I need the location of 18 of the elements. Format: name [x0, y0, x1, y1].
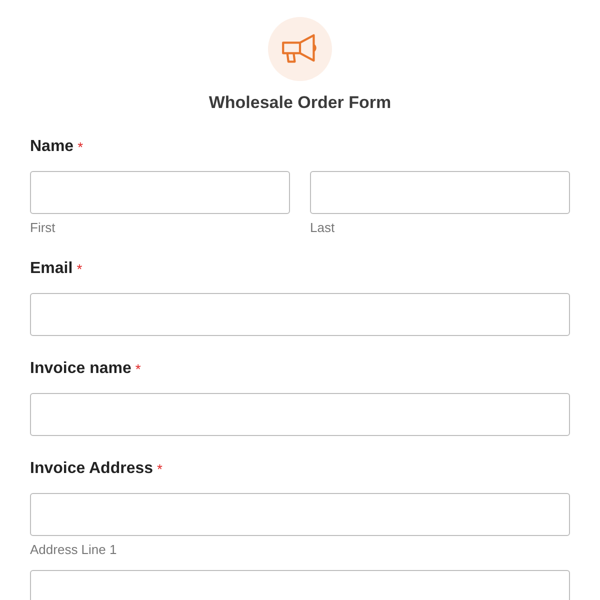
required-mark: *	[76, 260, 82, 279]
sublabel: Last	[310, 220, 336, 236]
input-field[interactable]	[30, 493, 570, 536]
input-field[interactable]	[30, 171, 290, 214]
input-field[interactable]	[30, 293, 570, 336]
required-mark: *	[78, 138, 84, 157]
field-label: Email	[30, 259, 73, 279]
sublabel: First	[30, 220, 56, 236]
input-field[interactable]	[310, 171, 570, 214]
input-field[interactable]	[30, 393, 570, 436]
required-mark: *	[157, 460, 162, 479]
field-label: Name	[30, 137, 74, 157]
field-label: Invoice name	[30, 359, 132, 379]
sublabel: Address Line 1	[30, 542, 118, 558]
form-title: Wholesale Order Form	[208, 92, 392, 114]
megaphone-icon	[281, 33, 319, 65]
required-mark: *	[135, 360, 141, 379]
field-label: Invoice Address	[30, 459, 154, 479]
